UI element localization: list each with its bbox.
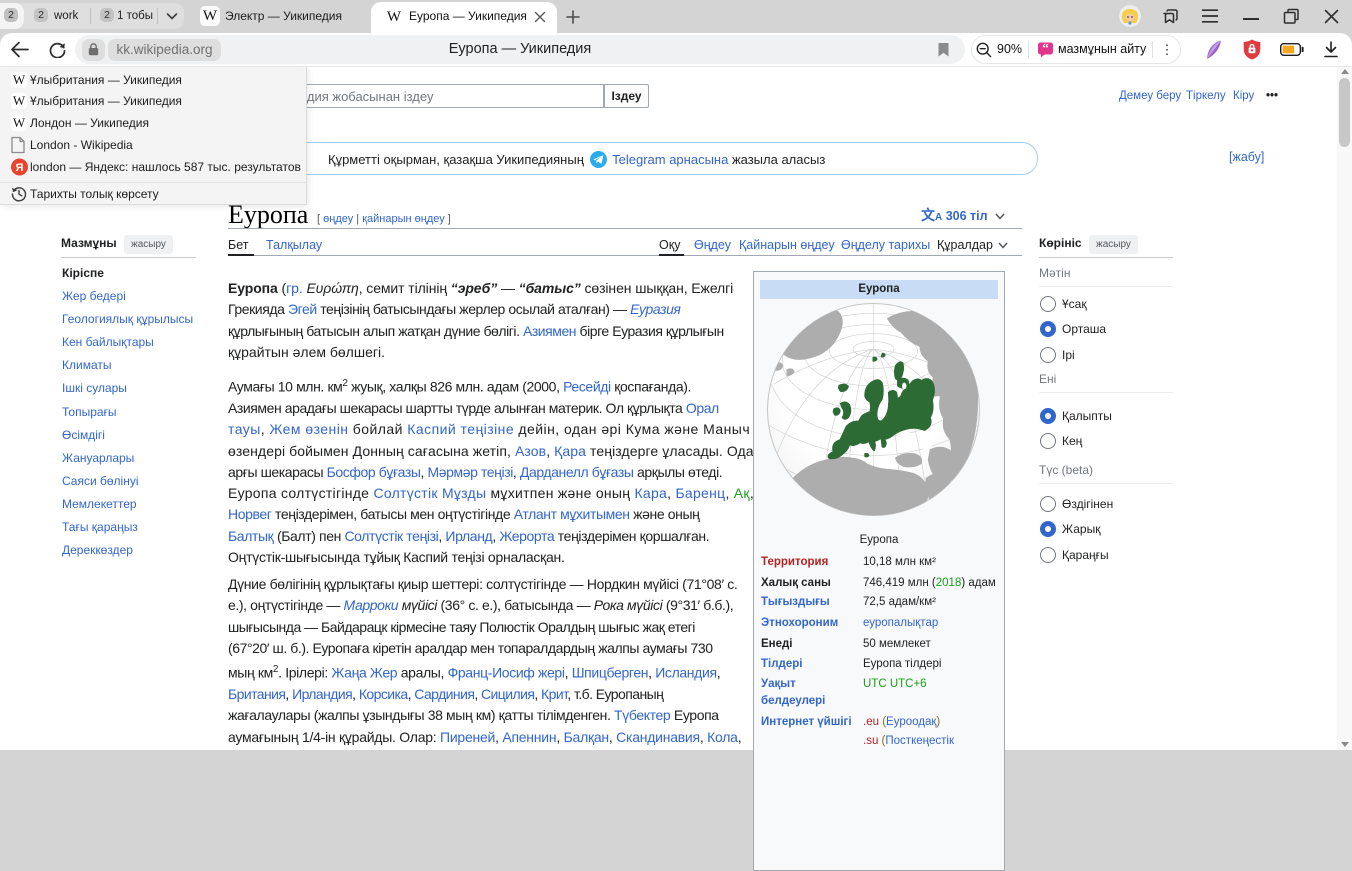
svg-text:“: “ (1042, 42, 1049, 55)
svg-text:Я: Я (16, 162, 24, 174)
